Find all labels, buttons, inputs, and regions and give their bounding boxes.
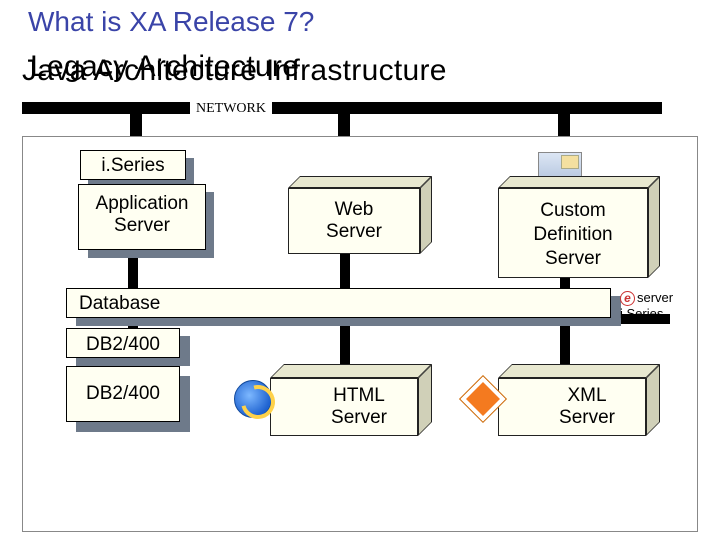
database-label: Database	[79, 293, 160, 314]
eserver-text1: server	[637, 290, 673, 305]
html-server-box: HTML Server	[270, 378, 418, 436]
database-box: Database	[66, 288, 611, 318]
box-top	[270, 364, 432, 378]
db2400-box-a: DB2/400	[66, 328, 180, 358]
page-title: What is XA Release 7?	[28, 6, 314, 38]
application-server-box: Application Server	[78, 184, 206, 250]
box-side	[420, 176, 432, 254]
xml-server-box: XML Server	[498, 378, 646, 436]
network-label: NETWORK	[190, 100, 272, 124]
subtitle-java: Java Architecture Infrastructure	[22, 54, 447, 88]
eserver-label: eserver i.Series	[620, 290, 673, 321]
custom-definition-server-box: Custom Definition Server	[498, 188, 648, 278]
iseries-box: i.Series	[80, 150, 186, 180]
box-side	[648, 176, 660, 278]
eserver-e-icon: e	[620, 291, 635, 306]
db2400-box-b: DB2/400	[66, 366, 180, 422]
internet-explorer-icon	[234, 380, 272, 418]
box-top	[288, 176, 432, 188]
box-top	[498, 364, 660, 378]
eserver-text2: i.Series	[620, 306, 663, 321]
box-top	[498, 176, 660, 188]
web-server-box: Web Server	[288, 188, 420, 254]
